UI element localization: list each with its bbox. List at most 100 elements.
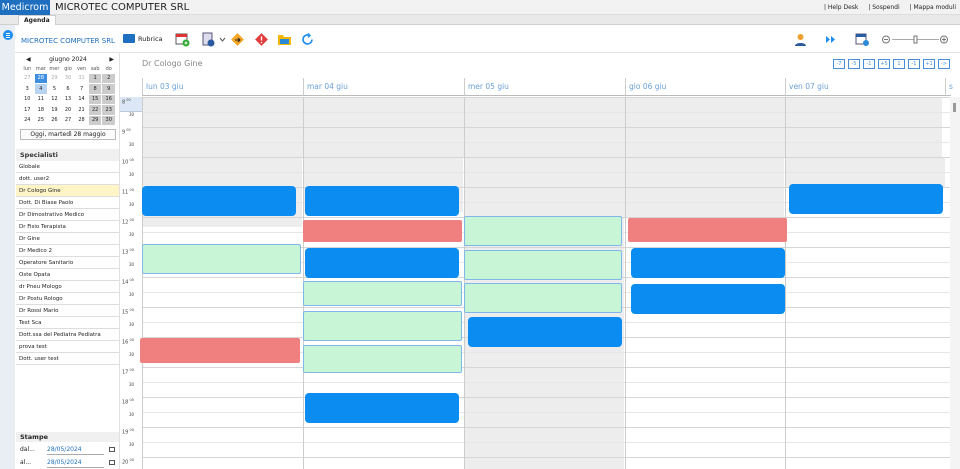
day-header[interactable]: gio 06 giu	[625, 78, 785, 96]
calendar-day[interactable]: 20	[60, 104, 76, 116]
week-nav-button[interactable]: -1	[908, 59, 920, 69]
specialist-item[interactable]: dr Pneu Mologo	[16, 281, 119, 293]
day-header[interactable]: mar 04 giu	[303, 78, 464, 96]
appointment-block[interactable]	[468, 317, 622, 347]
calendar-day[interactable]: 12	[47, 93, 62, 105]
specialist-item[interactable]: Dott.ssa del Pediatra Pediatra	[16, 329, 119, 341]
calendar-day[interactable]: 28	[74, 114, 89, 126]
forward-icon[interactable]	[823, 32, 838, 47]
calendar-day[interactable]: 30	[60, 72, 76, 84]
prev-month-icon[interactable]: ◀	[26, 56, 31, 63]
calendar-day[interactable]: 6	[60, 83, 76, 95]
calendar-day[interactable]: 10	[20, 93, 35, 105]
rubrica-button[interactable]: Rubrica	[123, 34, 163, 43]
day-column[interactable]	[625, 97, 785, 469]
next-month-icon[interactable]: ▶	[109, 56, 114, 63]
specialist-item[interactable]: Dr Postu Rologo	[16, 293, 119, 305]
calendar-day[interactable]: 26	[47, 114, 62, 126]
day-header[interactable]: s	[945, 78, 953, 96]
day-header[interactable]: lun 03 giu	[142, 78, 303, 96]
appointment-block[interactable]	[305, 393, 459, 423]
appointment-block[interactable]	[631, 248, 785, 278]
appointment-block[interactable]	[305, 186, 459, 216]
calendar-day[interactable]: 11	[33, 93, 49, 105]
new-appointment-icon[interactable]	[175, 32, 190, 47]
calendar-day[interactable]: 30	[101, 114, 116, 126]
calendar-day[interactable]: 29	[47, 72, 62, 84]
specialist-item[interactable]: Globale	[16, 161, 119, 173]
calendar-day[interactable]: 1	[87, 72, 103, 84]
specialist-item[interactable]: Test Sca	[16, 317, 119, 329]
chevron-down-icon[interactable]	[219, 32, 226, 47]
week-nav-button[interactable]: -7	[833, 59, 845, 69]
calendar-day[interactable]: 14	[74, 93, 89, 105]
calendar-day[interactable]: 22	[87, 104, 103, 116]
specialist-item[interactable]: Dr Gine	[16, 233, 119, 245]
week-nav-button[interactable]: +5	[878, 59, 890, 69]
calendar-day[interactable]: 18	[33, 104, 49, 116]
calendar-day[interactable]: 9	[101, 83, 116, 95]
print-list-icon[interactable]	[201, 32, 216, 47]
calendar-day[interactable]: 27	[20, 72, 35, 84]
folder-icon[interactable]	[277, 32, 292, 47]
appointment-block[interactable]	[631, 284, 785, 314]
warning-icon[interactable]	[254, 32, 269, 47]
menu-icon[interactable]	[3, 30, 13, 40]
specialist-item[interactable]: Oste Opata	[16, 269, 119, 281]
calendar-day[interactable]: 2	[101, 72, 116, 84]
day-header[interactable]: mer 05 giu	[464, 78, 625, 96]
day-column[interactable]	[785, 97, 945, 469]
calendar-day[interactable]: 13	[60, 93, 76, 105]
calendar-day[interactable]: 25	[33, 114, 49, 126]
week-nav-button[interactable]: -1	[863, 59, 875, 69]
appointment-block[interactable]	[303, 220, 462, 242]
specialist-item[interactable]: Dott. user test	[16, 353, 119, 365]
specialist-item[interactable]: prova test	[16, 341, 119, 353]
calendar-day[interactable]: 24	[20, 114, 35, 126]
calendar-icon[interactable]	[109, 447, 115, 452]
move-icon[interactable]	[230, 32, 245, 47]
help-desk-link[interactable]: | Help Desk	[824, 4, 858, 11]
specialist-item[interactable]: Dott. Di Biase Paolo	[16, 197, 119, 209]
calendar-day[interactable]: 4	[33, 83, 49, 95]
calendar-day[interactable]: 7	[74, 83, 89, 95]
specialist-item[interactable]: Operatore Sanitario	[16, 257, 119, 269]
mappa-moduli-link[interactable]: | Mappa moduli	[910, 4, 956, 11]
calendar-day[interactable]: 15	[87, 93, 103, 105]
week-nav-button[interactable]: +1	[923, 59, 935, 69]
appointment-block[interactable]	[305, 248, 459, 278]
calendar-day[interactable]: 3	[20, 83, 35, 95]
appointment-block[interactable]	[303, 311, 462, 341]
today-button[interactable]: Oggi, martedì 28 maggio	[20, 129, 116, 140]
calendar-settings-icon[interactable]	[855, 32, 870, 47]
calendar-day[interactable]: 8	[87, 83, 103, 95]
sospendi-link[interactable]: | Sospendi	[868, 4, 899, 11]
tab-agenda[interactable]: Agenda	[18, 15, 56, 25]
calendar-day[interactable]: 21	[74, 104, 89, 116]
calendar-day[interactable]: 29	[87, 114, 103, 126]
appointment-block[interactable]	[464, 216, 622, 246]
specialist-item[interactable]: dott. user2	[16, 173, 119, 185]
appointment-block[interactable]	[142, 186, 296, 216]
calendar-day[interactable]: 5	[47, 83, 62, 95]
specialist-item[interactable]: Dr Medico 2	[16, 245, 119, 257]
calendar-day[interactable]: 17	[20, 104, 35, 116]
appointment-block[interactable]	[303, 345, 462, 373]
refresh-icon[interactable]	[300, 32, 315, 47]
specialist-item[interactable]: Dr Fisio Terapista	[16, 221, 119, 233]
scrollbar[interactable]	[950, 97, 960, 469]
appointment-block[interactable]	[789, 184, 943, 214]
week-nav-button[interactable]: ->	[938, 59, 950, 69]
appointment-block[interactable]	[303, 281, 462, 306]
specialist-item[interactable]: Dr Cologo Gine	[16, 185, 119, 197]
calendar-day[interactable]: 19	[47, 104, 62, 116]
calendar-day[interactable]: 31	[74, 72, 89, 84]
calendar-day[interactable]: 28	[33, 72, 49, 84]
zoom-slider[interactable]	[881, 32, 949, 47]
week-nav-button[interactable]: 1	[893, 59, 905, 69]
calendar-day[interactable]: 27	[60, 114, 76, 126]
date-from-input[interactable]: 28/05/2024	[47, 444, 104, 455]
calendar-icon[interactable]	[109, 460, 115, 465]
day-column[interactable]	[142, 97, 303, 469]
appointment-block[interactable]	[628, 218, 787, 242]
